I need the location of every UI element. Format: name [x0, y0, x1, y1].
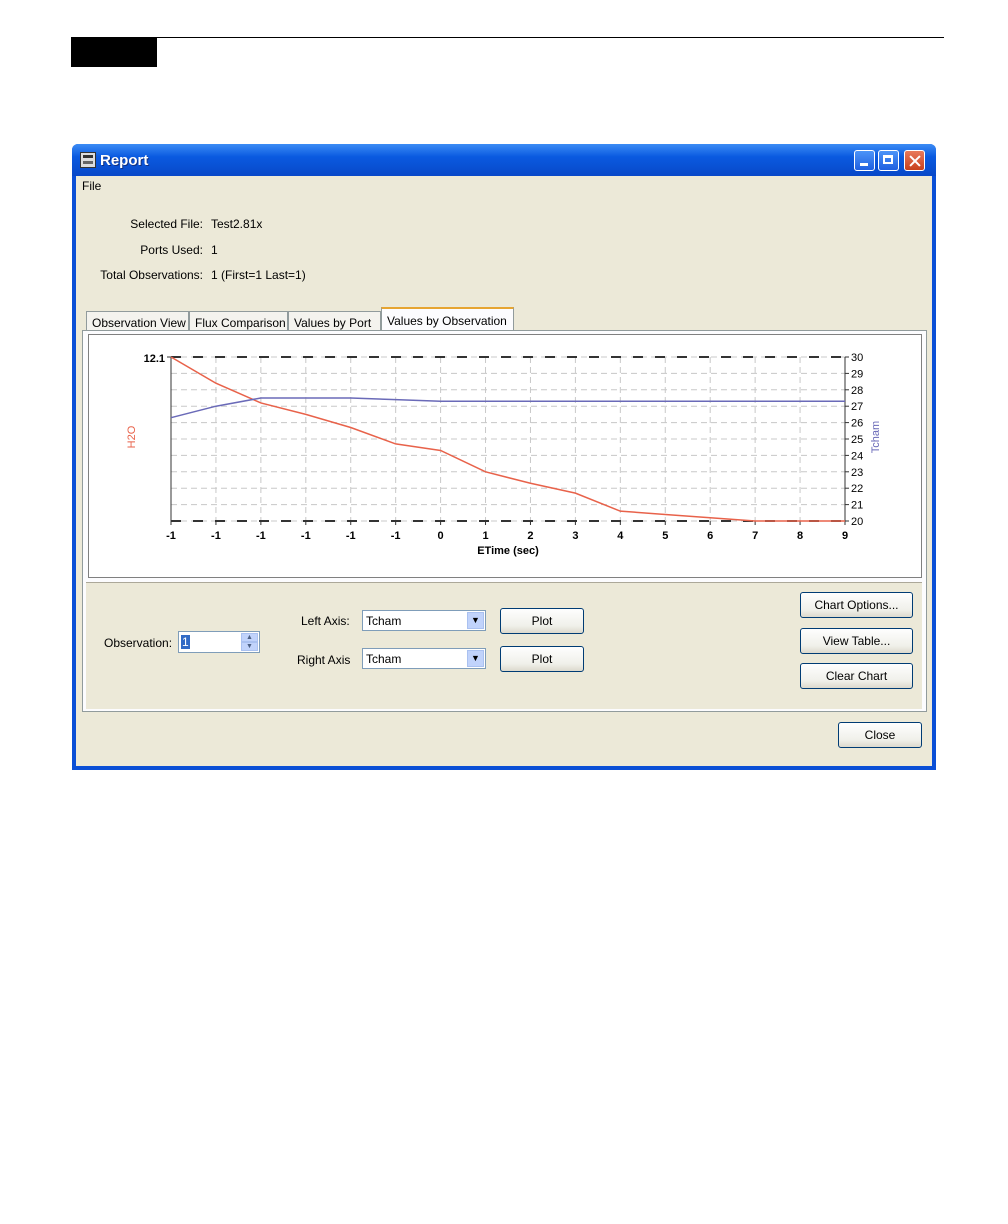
x-tick-label: 4: [617, 530, 624, 542]
x-tick-label: 6: [707, 530, 713, 542]
stepper-down-icon[interactable]: ▼: [241, 642, 258, 651]
total-observations-label: Total Observations:: [100, 268, 203, 282]
observation-value[interactable]: 1: [181, 635, 190, 649]
maximize-icon[interactable]: [878, 150, 899, 171]
right-axis-label: Tcham: [870, 421, 882, 453]
right-plot-button[interactable]: Plot: [500, 646, 584, 672]
chart-options-button[interactable]: Chart Options...: [800, 592, 913, 618]
right-tick-label: 21: [851, 500, 863, 512]
window-title: Report: [100, 152, 149, 169]
window-client: File Selected File: Test2.81x Ports Used…: [76, 176, 932, 766]
left-plot-button[interactable]: Plot: [500, 608, 584, 634]
right-tick-label: 28: [851, 385, 863, 397]
series-line-tcham: [170, 397, 845, 419]
x-tick-label: 7: [752, 530, 758, 542]
right-tick-label: 26: [851, 418, 863, 430]
right-tick-label: 30: [851, 352, 863, 364]
view-table-button[interactable]: View Table...: [800, 628, 913, 654]
report-window: Report File Selected File: Test2.81x Por…: [72, 144, 936, 770]
close-button[interactable]: Close: [838, 722, 922, 748]
tab-values-by-observation[interactable]: Values by Observation: [381, 307, 514, 330]
x-tick-label: -1: [391, 530, 401, 542]
page-header-rule: [157, 37, 944, 38]
x-tick-label: -1: [211, 530, 221, 542]
ports-used-value: 1: [211, 243, 218, 257]
selected-file-label: Selected File:: [130, 217, 203, 231]
clear-chart-button[interactable]: Clear Chart: [800, 663, 913, 689]
chart-svg: -1 -1 -1 -1 -1 -1 0 1 2 3 4 5 6 7 8 9202122232425262728…: [126, 352, 882, 557]
tab-values-by-port[interactable]: Values by Port: [288, 311, 381, 331]
x-axis-label: ETime (sec): [477, 545, 539, 557]
x-tick-label: 1: [482, 530, 488, 542]
right-tick-label: 27: [851, 401, 863, 413]
observation-stepper[interactable]: 1 ▲ ▼: [178, 631, 260, 653]
x-tick-label: -1: [166, 530, 176, 542]
right-tick-label: 20: [851, 516, 863, 528]
left-tick-label: 12.1: [144, 353, 165, 365]
x-tick-label: 0: [438, 530, 444, 542]
total-observations-value: 1 (First=1 Last=1): [211, 268, 306, 282]
tab-observation-view[interactable]: Observation View: [86, 311, 189, 331]
x-tick-label: -1: [301, 530, 311, 542]
right-axis-label: Right Axis: [297, 653, 351, 667]
x-tick-label: 9: [842, 530, 848, 542]
x-tick-label: 5: [662, 530, 668, 542]
selected-file-value: Test2.81x: [211, 217, 263, 231]
left-axis-label: Left Axis:: [301, 614, 350, 628]
page-header-tab: [71, 37, 157, 67]
menu-file[interactable]: File: [82, 179, 101, 193]
x-tick-label: 8: [797, 530, 803, 542]
left-axis-value: Tcham: [366, 614, 402, 628]
minimize-icon[interactable]: [854, 150, 875, 171]
chevron-down-icon[interactable]: ▼: [467, 650, 484, 667]
x-tick-label: 3: [572, 530, 578, 542]
x-tick-label: 2: [527, 530, 533, 542]
tab-flux-comparison[interactable]: Flux Comparison: [189, 311, 288, 331]
chevron-down-icon[interactable]: ▼: [467, 612, 484, 629]
window-icon[interactable]: [80, 152, 96, 168]
right-tick-label: 22: [851, 483, 863, 495]
left-axis-select[interactable]: Tcham ▼: [362, 610, 486, 631]
right-axis-select[interactable]: Tcham ▼: [362, 648, 486, 669]
menu-bar: File: [76, 176, 932, 196]
right-tick-label: 29: [851, 368, 863, 380]
chart-area: -1 -1 -1 -1 -1 -1 0 1 2 3 4 5 6 7 8 9 20 21 22 23 24 25 26 27 28…: [88, 334, 922, 578]
left-axis-label: H2O: [126, 425, 138, 448]
ports-used-label: Ports Used:: [140, 243, 203, 257]
observation-label: Observation:: [104, 636, 173, 650]
right-axis-value: Tcham: [366, 652, 402, 666]
x-tick-label: -1: [256, 530, 266, 542]
right-tick-label: 24: [851, 450, 863, 462]
x-tick-label: -1: [346, 530, 356, 542]
stepper-up-icon[interactable]: ▲: [241, 633, 258, 642]
right-tick-label: 23: [851, 467, 863, 479]
close-icon[interactable]: [904, 150, 925, 171]
right-tick-label: 25: [851, 434, 863, 446]
title-bar[interactable]: Report: [72, 144, 936, 176]
